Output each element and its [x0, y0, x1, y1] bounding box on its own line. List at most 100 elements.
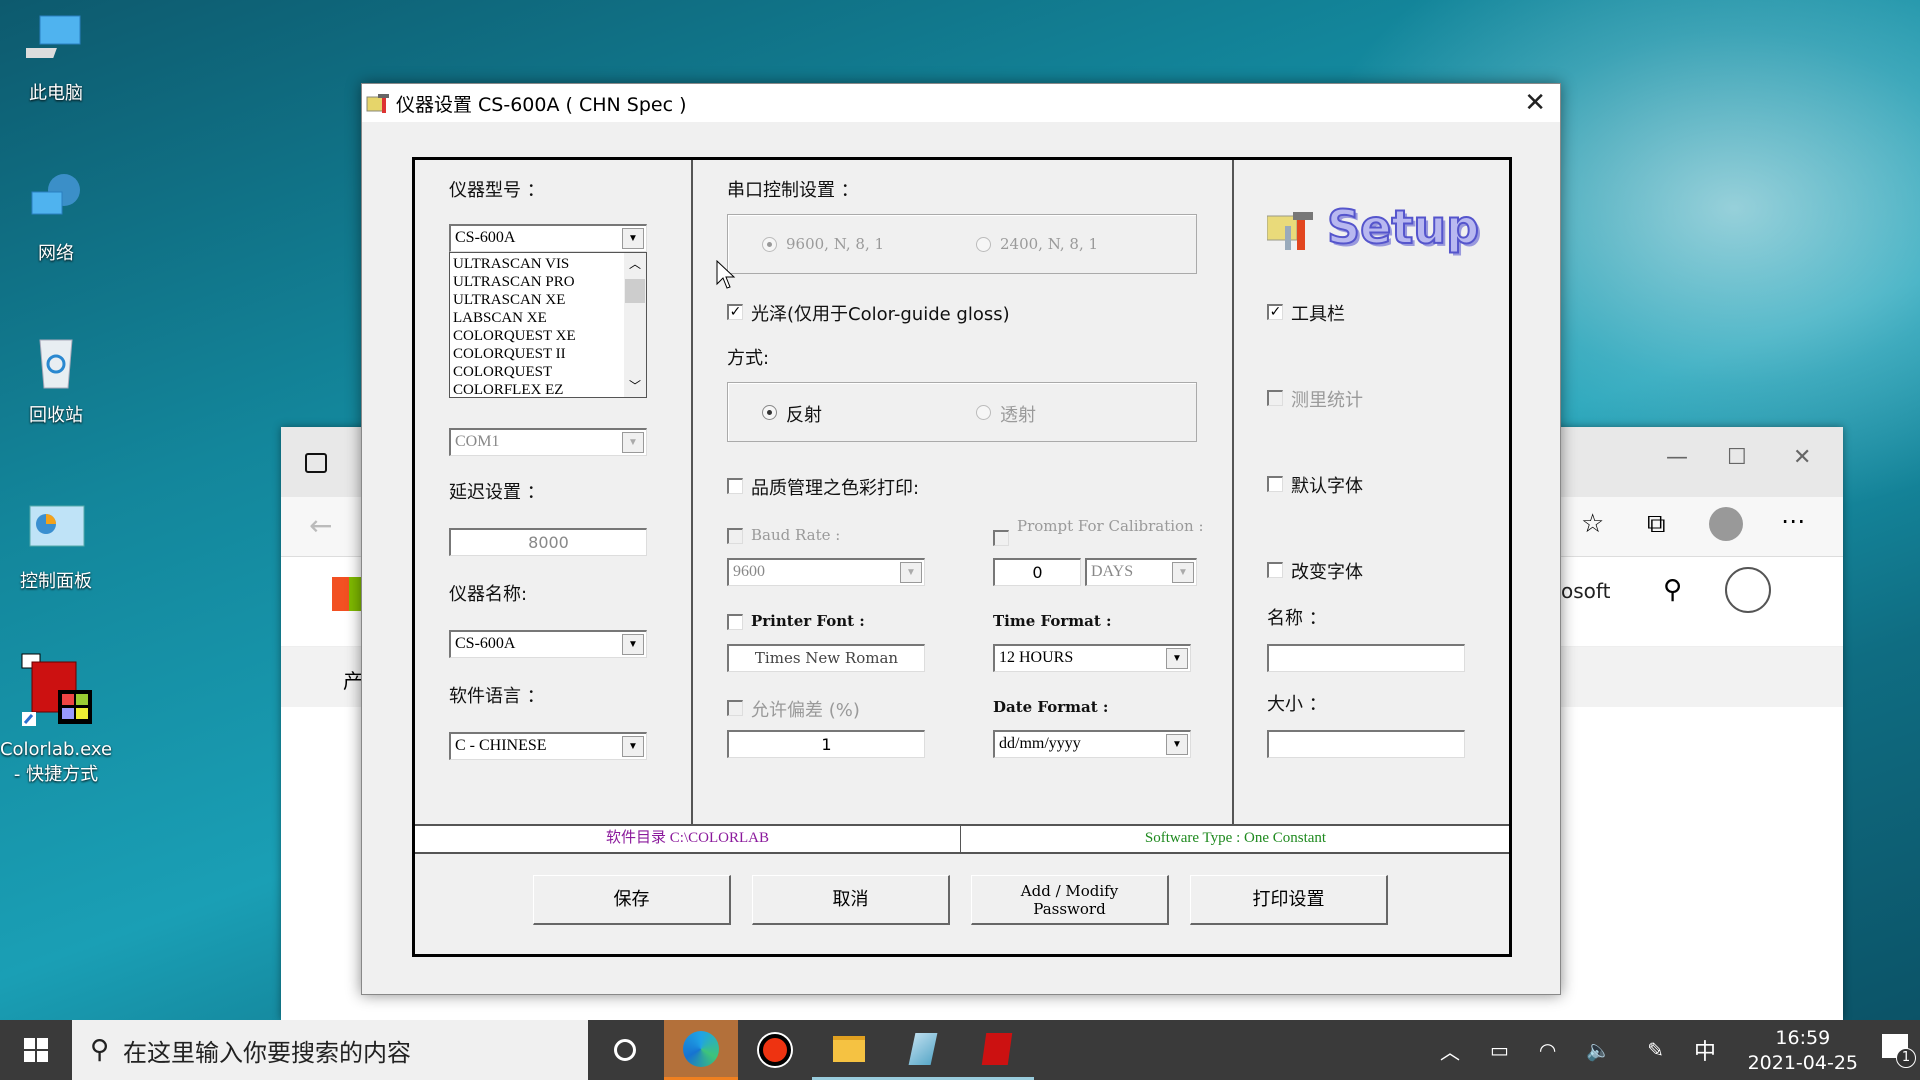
radio-reflect[interactable] [762, 405, 777, 420]
taskbar-colorlab[interactable] [960, 1020, 1034, 1080]
save-button[interactable]: 保存 [533, 875, 731, 925]
volume-icon[interactable]: 🔈 [1586, 1038, 1611, 1062]
scroll-up-icon[interactable]: ︿ [629, 255, 641, 273]
port-combobox[interactable]: COM1 ▼ [449, 428, 647, 456]
printer-font-field[interactable]: Times New Roman [727, 644, 925, 672]
listbox-scrollbar[interactable]: ︿ ﹀ [624, 253, 646, 397]
desktop-icon-control-panel[interactable]: 控制面板 [0, 500, 112, 593]
list-item[interactable]: ULTRASCAN VIS [453, 255, 643, 273]
tab-actions-icon[interactable] [305, 453, 327, 473]
date-format-value: dd/mm/yyyy [999, 735, 1081, 752]
language-combobox[interactable]: C - CHINESE ▼ [449, 732, 647, 760]
print-settings-button[interactable]: 打印设置 [1190, 875, 1388, 925]
qc-print-checkbox[interactable] [727, 478, 743, 494]
profile-avatar[interactable] [1709, 507, 1743, 541]
stats-label: 测里统计 [1291, 390, 1363, 411]
colorlab-shortcut-icon [21, 653, 92, 726]
model-listbox[interactable]: ULTRASCAN VIS ULTRASCAN PRO ULTRASCAN XE… [449, 252, 647, 398]
delay-field[interactable]: 8000 [449, 528, 647, 556]
calibration-checkbox[interactable] [993, 530, 1009, 546]
search-icon[interactable]: ⚲ [1663, 575, 1682, 605]
toolbar-checkbox[interactable]: ✓ [1267, 304, 1283, 320]
microsoft-menu[interactable]: osoft [1561, 579, 1610, 603]
cancel-button[interactable]: 取消 [752, 875, 950, 925]
cortana-icon [614, 1039, 636, 1061]
calibration-unit-combobox[interactable]: DAYS ▼ [1085, 558, 1197, 586]
printer-font-label: Printer Font : [751, 612, 865, 630]
battery-icon[interactable]: ▭ [1490, 1038, 1509, 1062]
list-item[interactable]: COLORFLEX EZ [453, 381, 643, 397]
chevron-down-icon[interactable]: ▼ [900, 562, 922, 583]
pen-icon[interactable]: ✎ [1647, 1038, 1664, 1062]
close-button[interactable]: ✕ [1793, 445, 1811, 470]
instrument-name-combobox[interactable]: CS-600A ▼ [449, 630, 647, 658]
list-item[interactable]: COLORQUEST [453, 363, 643, 381]
font-name-field[interactable] [1267, 644, 1465, 672]
radio-2400[interactable] [976, 237, 991, 252]
radio-9600[interactable] [762, 237, 777, 252]
delay-label: 延迟设置 ： [449, 482, 545, 503]
chevron-down-icon[interactable]: ▼ [1172, 562, 1194, 583]
show-hidden-icons-button[interactable]: ︿ [1440, 1036, 1460, 1065]
model-combobox[interactable]: CS-600A ▼ [449, 224, 647, 252]
desktop-icon-colorlab[interactable]: Colorlab.exe - 快捷方式 [0, 652, 112, 786]
software-directory: 软件目录 C:\COLORLAB [415, 826, 961, 852]
chevron-down-icon[interactable]: ▼ [1166, 734, 1188, 755]
sign-in-icon[interactable] [1725, 567, 1771, 613]
mouse-cursor-icon [716, 260, 736, 289]
ime-indicator[interactable]: 中 [1694, 1034, 1716, 1066]
wifi-icon[interactable]: ◠ [1539, 1038, 1556, 1062]
taskbar-clock[interactable]: 16:59 2021-04-25 [1748, 1026, 1858, 1076]
collections-icon[interactable]: ⧉ [1647, 509, 1666, 540]
baud-checkbox[interactable] [727, 528, 743, 544]
date-format-combobox[interactable]: dd/mm/yyyy ▼ [993, 730, 1191, 758]
chevron-down-icon[interactable]: ▼ [622, 432, 644, 453]
more-icon[interactable]: ⋯ [1781, 507, 1805, 535]
taskbar-notepad[interactable] [886, 1020, 960, 1080]
desktop-icon-network[interactable]: 网络 [0, 172, 112, 265]
password-button[interactable]: Add / Modify Password [971, 875, 1169, 925]
taskbar-file-explorer[interactable] [812, 1020, 886, 1080]
tolerance-checkbox[interactable] [727, 700, 743, 716]
chevron-down-icon[interactable]: ▼ [622, 634, 644, 655]
port-value: COM1 [455, 433, 500, 450]
maximize-button[interactable]: ☐ [1727, 445, 1747, 470]
list-item[interactable]: ULTRASCAN PRO [453, 273, 643, 291]
list-item[interactable]: LABSCAN XE [453, 309, 643, 327]
tolerance-field[interactable]: 1 [727, 730, 925, 758]
list-item[interactable]: COLORQUEST XE [453, 327, 643, 345]
font-size-field[interactable] [1267, 730, 1465, 758]
start-button[interactable] [0, 1020, 72, 1080]
taskbar-edge[interactable] [664, 1020, 738, 1080]
column-divider [691, 160, 693, 824]
baud-combobox[interactable]: 9600 ▼ [727, 558, 925, 586]
dialog-close-button[interactable]: ✕ [1524, 88, 1546, 118]
list-item[interactable]: COLORQUEST II [453, 345, 643, 363]
cortana-button[interactable] [588, 1020, 662, 1080]
default-font-checkbox[interactable] [1267, 476, 1283, 492]
desktop-icon-this-pc[interactable]: 此电脑 [0, 12, 112, 105]
list-item[interactable]: ULTRASCAN XE [453, 291, 643, 309]
chevron-down-icon[interactable]: ▼ [1166, 648, 1188, 669]
taskbar-search-box[interactable]: ⚲ 在这里输入你要搜索的内容 [72, 1020, 588, 1080]
printer-font-checkbox[interactable] [727, 614, 743, 630]
minimize-button[interactable]: — [1666, 445, 1688, 470]
scroll-thumb[interactable] [625, 279, 645, 303]
back-icon[interactable]: ← [309, 509, 332, 542]
chevron-down-icon[interactable]: ▼ [622, 228, 644, 249]
time-format-combobox[interactable]: 12 HOURS ▼ [993, 644, 1191, 672]
action-center-button[interactable]: 1 [1882, 1034, 1916, 1068]
qc-print-label: 品质管理之色彩打印: [751, 478, 920, 499]
change-font-checkbox[interactable] [1267, 562, 1283, 578]
gloss-checkbox[interactable]: ✓ [727, 304, 743, 320]
favorites-icon[interactable]: ☆ [1581, 509, 1604, 539]
desktop-icon-recycle-bin[interactable]: 回收站 [0, 334, 112, 427]
chevron-down-icon[interactable]: ▼ [622, 736, 644, 757]
scroll-down-icon[interactable]: ﹀ [629, 377, 641, 395]
password-button-line2: Password [1033, 899, 1106, 918]
radio-transmit[interactable] [976, 405, 991, 420]
nav-item[interactable]: 产 [343, 665, 363, 694]
stats-checkbox[interactable] [1267, 390, 1283, 406]
calibration-days-field[interactable]: 0 [993, 558, 1081, 586]
taskbar-recorder[interactable] [738, 1020, 812, 1080]
